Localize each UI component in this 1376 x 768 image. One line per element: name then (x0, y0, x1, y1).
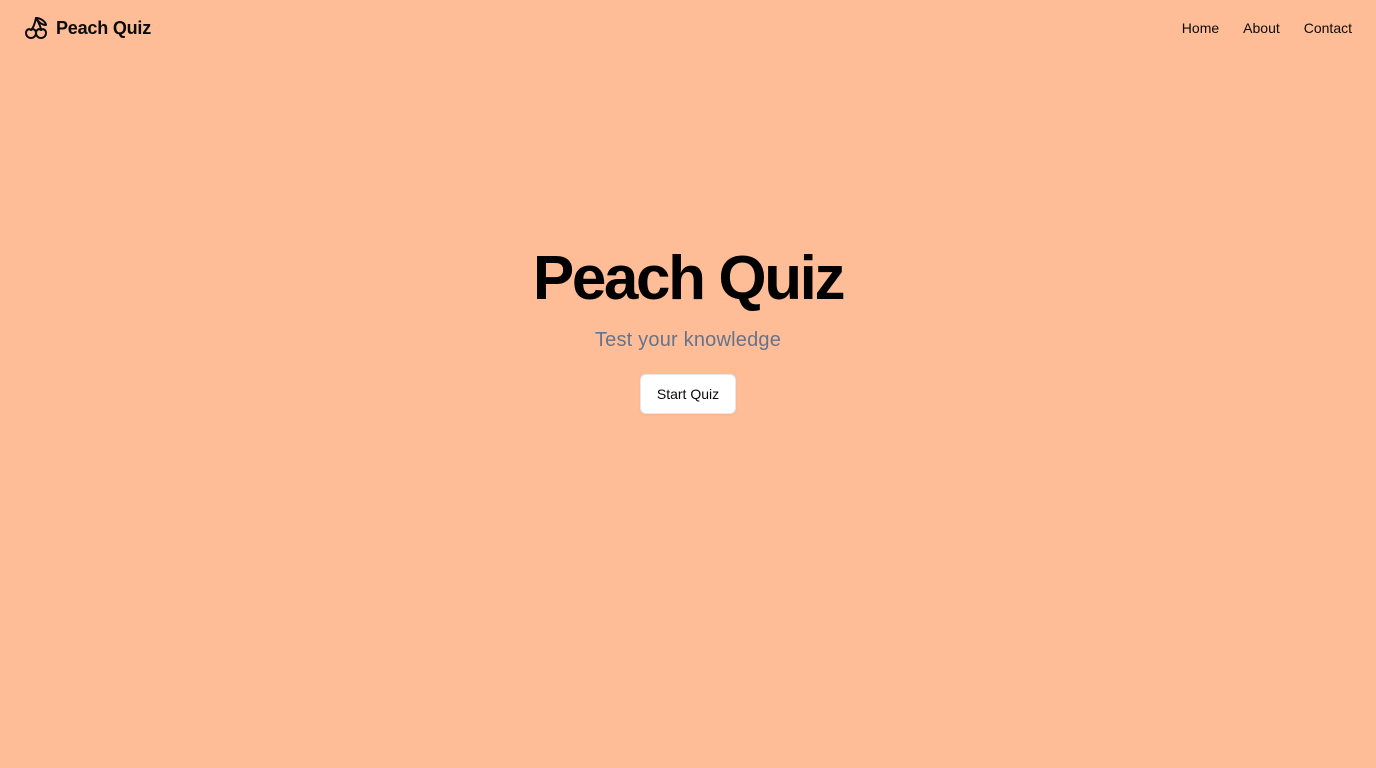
site-header: Peach Quiz Home About Contact (0, 0, 1376, 56)
start-quiz-button[interactable]: Start Quiz (639, 374, 737, 414)
nav-link-about[interactable]: About (1243, 20, 1280, 36)
brand-link[interactable]: Peach Quiz (24, 16, 151, 40)
brand-name: Peach Quiz (56, 17, 152, 38)
cherry-icon (24, 16, 48, 40)
main-nav: Home About Contact (1182, 20, 1352, 36)
nav-link-contact[interactable]: Contact (1304, 20, 1352, 36)
nav-link-home[interactable]: Home (1182, 20, 1219, 36)
hero-title: Peach Quiz (532, 244, 846, 313)
hero-section: Peach Quiz Test your knowledge Start Qui… (0, 240, 1376, 414)
hero-subtitle: Test your knowledge (594, 329, 782, 351)
page: Peach Quiz Home About Contact Peach Quiz… (0, 0, 1376, 768)
